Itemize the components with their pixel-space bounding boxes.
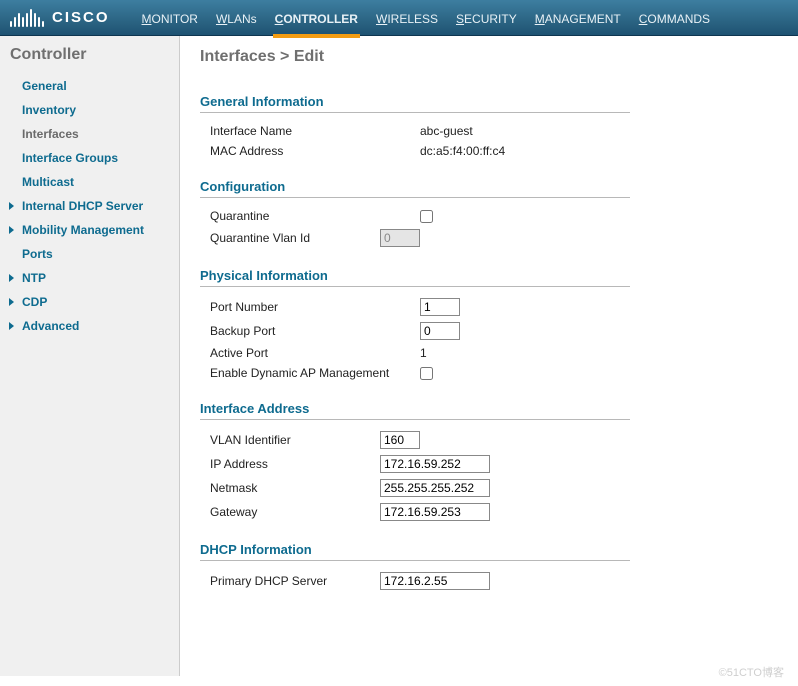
watermark: ©51CTO博客 [719, 664, 784, 680]
sidebar-item-mobility-management[interactable]: Mobility Management [0, 218, 179, 242]
tab-controller[interactable]: CONTROLLER [273, 2, 360, 38]
sidebar-item-multicast[interactable]: Multicast [0, 170, 179, 194]
input-primary-dhcp[interactable] [380, 572, 490, 590]
section-dhcp-title: DHCP Information [200, 542, 630, 561]
label-quarantine: Quarantine [210, 209, 420, 223]
breadcrumb: Interfaces > Edit [200, 48, 768, 66]
row-mac-address: MAC Address dc:a5:f4:00:ff:c4 [200, 141, 768, 161]
row-backup-port: Backup Port [200, 319, 768, 343]
section-physical-title: Physical Information [200, 268, 630, 287]
value-mac-address: dc:a5:f4:00:ff:c4 [420, 144, 505, 158]
row-gateway: Gateway [200, 500, 768, 524]
input-vlan-id[interactable] [380, 431, 420, 449]
tab-monitor[interactable]: MONITOR [140, 2, 200, 34]
row-quarantine-vlan: Quarantine Vlan Id [200, 226, 768, 250]
tab-security[interactable]: SECURITY [454, 2, 519, 34]
input-backup-port[interactable] [420, 322, 460, 340]
input-netmask[interactable] [380, 479, 490, 497]
label-backup-port: Backup Port [210, 324, 420, 338]
top-nav: MONITOR WLANs CONTROLLER WIRELESS SECURITY MA… [140, 0, 713, 36]
input-gateway[interactable] [380, 503, 490, 521]
sidebar-item-general[interactable]: General [0, 74, 179, 98]
sidebar-item-ntp[interactable]: NTP [0, 266, 179, 290]
label-interface-name: Interface Name [210, 124, 420, 138]
label-vlan-id: VLAN Identifier [210, 433, 380, 447]
section-general-title: General Information [200, 94, 630, 113]
sidebar-item-inventory[interactable]: Inventory [0, 98, 179, 122]
label-quarantine-vlan: Quarantine Vlan Id [210, 231, 380, 245]
row-netmask: Netmask [200, 476, 768, 500]
tab-wireless[interactable]: WIRELESS [374, 2, 440, 34]
row-vlan-id: VLAN Identifier [200, 428, 768, 452]
sidebar-title: Controller [0, 46, 179, 74]
row-quarantine: Quarantine [200, 206, 768, 226]
label-ip-address: IP Address [210, 457, 380, 471]
section-config-title: Configuration [200, 179, 630, 198]
brand-logo: cisco [10, 9, 140, 27]
sidebar-item-advanced[interactable]: Advanced [0, 314, 179, 338]
sidebar-item-cdp[interactable]: CDP [0, 290, 179, 314]
label-active-port: Active Port [210, 346, 420, 360]
row-ip-address: IP Address [200, 452, 768, 476]
label-primary-dhcp: Primary DHCP Server [210, 574, 380, 588]
sidebar: Controller GeneralInventoryInterfacesInt… [0, 36, 180, 676]
sidebar-item-interfaces[interactable]: Interfaces [0, 122, 179, 146]
row-primary-dhcp: Primary DHCP Server [200, 569, 768, 593]
row-active-port: Active Port 1 [200, 343, 768, 363]
top-bar: cisco MONITOR WLANs CONTROLLER WIRELESS SECU… [0, 0, 798, 36]
sidebar-item-internal-dhcp-server[interactable]: Internal DHCP Server [0, 194, 179, 218]
cisco-bars-icon [10, 9, 44, 27]
label-gateway: Gateway [210, 505, 380, 519]
value-interface-name: abc-guest [420, 124, 473, 138]
sidebar-item-ports[interactable]: Ports [0, 242, 179, 266]
input-ip-address[interactable] [380, 455, 490, 473]
checkbox-dynamic-ap[interactable] [420, 367, 433, 380]
label-port-number: Port Number [210, 300, 420, 314]
tab-management[interactable]: MANAGEMENT [533, 2, 623, 34]
value-active-port: 1 [420, 346, 427, 360]
input-quarantine-vlan [380, 229, 420, 247]
label-dynamic-ap: Enable Dynamic AP Management [210, 366, 420, 380]
sidebar-nav: GeneralInventoryInterfacesInterface Grou… [0, 74, 179, 338]
tab-commands[interactable]: COMMANDS [637, 2, 712, 34]
content-area: Interfaces > Edit General Information In… [180, 36, 798, 676]
brand-text: cisco [52, 9, 110, 26]
label-netmask: Netmask [210, 481, 380, 495]
checkbox-quarantine[interactable] [420, 210, 433, 223]
row-port-number: Port Number [200, 295, 768, 319]
row-interface-name: Interface Name abc-guest [200, 121, 768, 141]
input-port-number[interactable] [420, 298, 460, 316]
row-dynamic-ap: Enable Dynamic AP Management [200, 363, 768, 383]
label-mac-address: MAC Address [210, 144, 420, 158]
section-address-title: Interface Address [200, 401, 630, 420]
sidebar-item-interface-groups[interactable]: Interface Groups [0, 146, 179, 170]
tab-wlans[interactable]: WLANs [214, 2, 259, 34]
